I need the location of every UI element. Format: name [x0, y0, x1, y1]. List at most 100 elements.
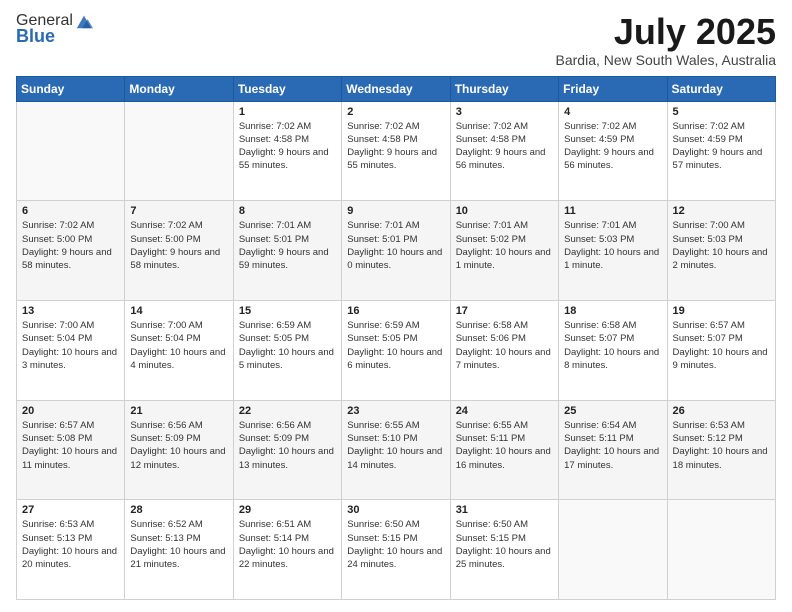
day-number: 24 [456, 405, 553, 417]
table-row: 27 Sunrise: 6:53 AM Sunset: 5:13 PM Dayli… [17, 500, 125, 600]
day-info: Sunrise: 7:02 AM Sunset: 5:00 PM Dayligh… [22, 219, 119, 272]
table-row: 21 Sunrise: 6:56 AM Sunset: 5:09 PM Dayli… [125, 400, 233, 500]
table-row: 26 Sunrise: 6:53 AM Sunset: 5:12 PM Dayli… [667, 400, 775, 500]
table-row: 30Sunrise: 6:50 AM Sunset: 5:15 PM Dayli… [342, 500, 450, 600]
day-number: 31 [456, 504, 553, 516]
day-number: 5 [673, 106, 770, 118]
day-number: 20 [22, 405, 119, 417]
day-number: 8 [239, 205, 336, 217]
day-info: Sunrise: 7:02 AM Sunset: 4:59 PM Dayligh… [673, 120, 770, 173]
col-thursday: Thursday [450, 76, 558, 101]
table-row: 1 Sunrise: 7:02 AM Sunset: 4:58 PM Daylig… [233, 101, 341, 201]
day-info: Sunrise: 7:02 AM Sunset: 5:00 PM Dayligh… [130, 219, 227, 272]
main-title: July 2025 [556, 12, 776, 52]
header: General Blue July 2025 Bardia, New South… [16, 12, 776, 68]
day-number: 6 [22, 205, 119, 217]
day-number: 26 [673, 405, 770, 417]
day-number: 19 [673, 305, 770, 317]
table-row: 14 Sunrise: 7:00 AM Sunset: 5:04 PM Dayli… [125, 300, 233, 400]
table-row [667, 500, 775, 600]
table-row: 20 Sunrise: 6:57 AM Sunset: 5:08 PM Dayli… [17, 400, 125, 500]
day-number: 17 [456, 305, 553, 317]
day-info: Sunrise: 7:02 AM Sunset: 4:59 PM Dayligh… [564, 120, 661, 173]
table-row: 28 Sunrise: 6:52 AM Sunset: 5:13 PM Dayli… [125, 500, 233, 600]
subtitle: Bardia, New South Wales, Australia [556, 52, 776, 68]
table-row: 19Sunrise: 6:57 AM Sunset: 5:07 PM Dayli… [667, 300, 775, 400]
day-number: 9 [347, 205, 444, 217]
calendar-table: Sunday Monday Tuesday Wednesday Thursday… [16, 76, 776, 600]
title-block: July 2025 Bardia, New South Wales, Austr… [556, 12, 776, 68]
col-tuesday: Tuesday [233, 76, 341, 101]
table-row [559, 500, 667, 600]
table-row: 2Sunrise: 7:02 AM Sunset: 4:58 PM Daylig… [342, 101, 450, 201]
day-info: Sunrise: 7:02 AM Sunset: 4:58 PM Dayligh… [347, 120, 444, 173]
day-number: 23 [347, 405, 444, 417]
day-info: Sunrise: 6:56 AM Sunset: 5:09 PM Dayligh… [239, 419, 336, 472]
day-info: Sunrise: 6:53 AM Sunset: 5:12 PM Dayligh… [673, 419, 770, 472]
day-info: Sunrise: 6:50 AM Sunset: 5:15 PM Dayligh… [347, 518, 444, 571]
day-number: 12 [673, 205, 770, 217]
table-row: 4 Sunrise: 7:02 AM Sunset: 4:59 PM Daylig… [559, 101, 667, 201]
day-info: Sunrise: 6:58 AM Sunset: 5:07 PM Dayligh… [564, 319, 661, 372]
calendar-week-row: 20 Sunrise: 6:57 AM Sunset: 5:08 PM Dayli… [17, 400, 776, 500]
table-row: 16 Sunrise: 6:59 AM Sunset: 5:05 PM Dayli… [342, 300, 450, 400]
col-sunday: Sunday [17, 76, 125, 101]
day-number: 14 [130, 305, 227, 317]
table-row: 22 Sunrise: 6:56 AM Sunset: 5:09 PM Dayli… [233, 400, 341, 500]
day-number: 16 [347, 305, 444, 317]
day-number: 21 [130, 405, 227, 417]
day-number: 7 [130, 205, 227, 217]
day-info: Sunrise: 6:53 AM Sunset: 5:13 PM Dayligh… [22, 518, 119, 571]
logo-icon [75, 12, 93, 30]
table-row [17, 101, 125, 201]
day-number: 25 [564, 405, 661, 417]
day-info: Sunrise: 6:55 AM Sunset: 5:11 PM Dayligh… [456, 419, 553, 472]
day-info: Sunrise: 7:02 AM Sunset: 4:58 PM Dayligh… [456, 120, 553, 173]
col-friday: Friday [559, 76, 667, 101]
day-number: 3 [456, 106, 553, 118]
table-row: 15 Sunrise: 6:59 AM Sunset: 5:05 PM Dayli… [233, 300, 341, 400]
calendar-week-row: 1 Sunrise: 7:02 AM Sunset: 4:58 PM Daylig… [17, 101, 776, 201]
day-info: Sunrise: 6:55 AM Sunset: 5:10 PM Dayligh… [347, 419, 444, 472]
page: General Blue July 2025 Bardia, New South… [0, 0, 792, 612]
day-number: 11 [564, 205, 661, 217]
calendar-header-row: Sunday Monday Tuesday Wednesday Thursday… [17, 76, 776, 101]
day-number: 27 [22, 504, 119, 516]
day-info: Sunrise: 7:00 AM Sunset: 5:04 PM Dayligh… [130, 319, 227, 372]
day-info: Sunrise: 6:50 AM Sunset: 5:15 PM Dayligh… [456, 518, 553, 571]
day-info: Sunrise: 7:01 AM Sunset: 5:01 PM Dayligh… [239, 219, 336, 272]
day-info: Sunrise: 6:58 AM Sunset: 5:06 PM Dayligh… [456, 319, 553, 372]
table-row: 29 Sunrise: 6:51 AM Sunset: 5:14 PM Dayli… [233, 500, 341, 600]
day-info: Sunrise: 6:51 AM Sunset: 5:14 PM Dayligh… [239, 518, 336, 571]
table-row: 9 Sunrise: 7:01 AM Sunset: 5:01 PM Daylig… [342, 201, 450, 301]
table-row: 18 Sunrise: 6:58 AM Sunset: 5:07 PM Dayli… [559, 300, 667, 400]
day-number: 15 [239, 305, 336, 317]
day-number: 1 [239, 106, 336, 118]
day-number: 10 [456, 205, 553, 217]
day-number: 18 [564, 305, 661, 317]
table-row: 8 Sunrise: 7:01 AM Sunset: 5:01 PM Daylig… [233, 201, 341, 301]
table-row: 17 Sunrise: 6:58 AM Sunset: 5:06 PM Dayli… [450, 300, 558, 400]
table-row [125, 101, 233, 201]
table-row: 24 Sunrise: 6:55 AM Sunset: 5:11 PM Dayli… [450, 400, 558, 500]
table-row: 6 Sunrise: 7:02 AM Sunset: 5:00 PM Daylig… [17, 201, 125, 301]
day-info: Sunrise: 7:01 AM Sunset: 5:01 PM Dayligh… [347, 219, 444, 272]
day-number: 22 [239, 405, 336, 417]
day-info: Sunrise: 6:56 AM Sunset: 5:09 PM Dayligh… [130, 419, 227, 472]
calendar-week-row: 6 Sunrise: 7:02 AM Sunset: 5:00 PM Daylig… [17, 201, 776, 301]
day-info: Sunrise: 7:01 AM Sunset: 5:02 PM Dayligh… [456, 219, 553, 272]
day-number: 29 [239, 504, 336, 516]
day-number: 28 [130, 504, 227, 516]
col-monday: Monday [125, 76, 233, 101]
table-row: 5 Sunrise: 7:02 AM Sunset: 4:59 PM Daylig… [667, 101, 775, 201]
day-number: 13 [22, 305, 119, 317]
day-number: 4 [564, 106, 661, 118]
day-info: Sunrise: 7:00 AM Sunset: 5:04 PM Dayligh… [22, 319, 119, 372]
day-info: Sunrise: 6:52 AM Sunset: 5:13 PM Dayligh… [130, 518, 227, 571]
table-row: 31 Sunrise: 6:50 AM Sunset: 5:15 PM Dayli… [450, 500, 558, 600]
day-info: Sunrise: 6:59 AM Sunset: 5:05 PM Dayligh… [347, 319, 444, 372]
day-info: Sunrise: 6:59 AM Sunset: 5:05 PM Dayligh… [239, 319, 336, 372]
day-info: Sunrise: 6:57 AM Sunset: 5:08 PM Dayligh… [22, 419, 119, 472]
col-saturday: Saturday [667, 76, 775, 101]
day-info: Sunrise: 7:02 AM Sunset: 4:58 PM Dayligh… [239, 120, 336, 173]
